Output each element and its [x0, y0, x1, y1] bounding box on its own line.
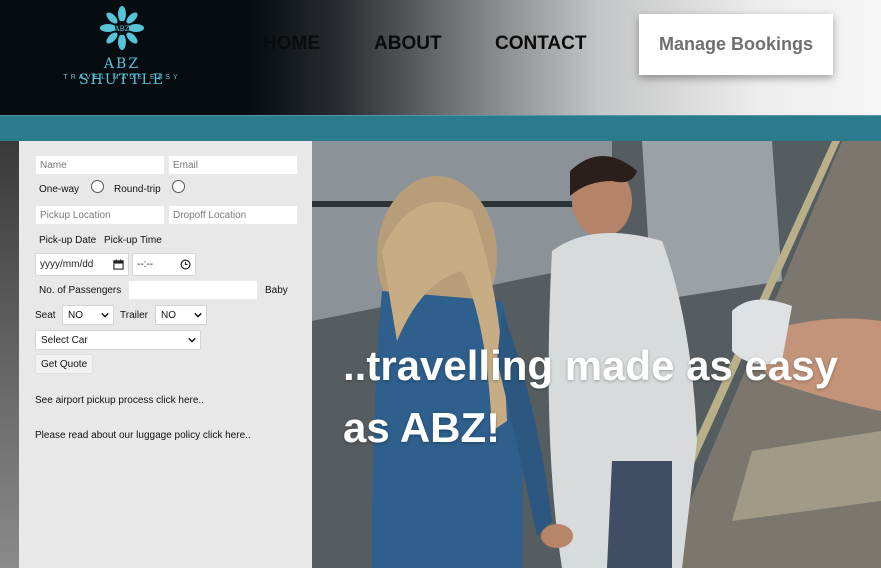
chevron-down-icon: [188, 337, 196, 343]
pickup-date-input[interactable]: yyyy/mm/dd: [35, 253, 129, 276]
trailer-label: Trailer: [120, 310, 148, 321]
baby-seat-label-line2: Seat: [35, 310, 56, 321]
passengers-label: No. of Passengers: [39, 285, 122, 296]
logo-title: ABZ SHUTTLE: [78, 56, 166, 88]
site-header: ABZ ABZ SHUTTLE TRAVEL MADE EASY HOME AB…: [0, 0, 881, 115]
nav-about[interactable]: ABOUT: [374, 33, 442, 55]
hero-headline-line1: ..travelling made as easy: [343, 342, 838, 389]
one-way-label: One-way: [39, 184, 80, 195]
dropoff-location-input[interactable]: Dropoff Location: [168, 205, 298, 225]
trailer-value: NO: [161, 310, 176, 321]
one-way-radio[interactable]: [91, 180, 104, 193]
airport-pickup-link[interactable]: See airport pickup process click here..: [35, 395, 204, 406]
baby-seat-value: NO: [68, 310, 83, 321]
passengers-input[interactable]: [128, 280, 258, 300]
nav-contact[interactable]: CONTACT: [495, 33, 586, 55]
luggage-policy-link[interactable]: Please read about our luggage policy cli…: [35, 430, 251, 441]
manage-bookings-button[interactable]: Manage Bookings: [639, 14, 833, 75]
time-value: --:--: [137, 259, 154, 270]
calendar-icon[interactable]: [113, 259, 124, 270]
get-quote-button[interactable]: Get Quote: [35, 354, 94, 374]
car-select-value: Select Car: [41, 335, 88, 346]
trailer-select[interactable]: NO: [155, 305, 207, 325]
hero-headline: ..travelling made as easy as ABZ!: [343, 335, 881, 459]
round-trip-label: Round-trip: [114, 184, 161, 195]
pickup-location-input[interactable]: Pickup Location: [35, 205, 165, 225]
pickup-time-label: Pick-up Time: [104, 235, 162, 246]
abz-shuttle-logo[interactable]: ABZ ABZ SHUTTLE TRAVEL MADE EASY: [58, 6, 186, 88]
baby-seat-select[interactable]: NO: [62, 305, 114, 325]
round-trip-radio[interactable]: [172, 180, 185, 193]
header-divider-strip: [0, 115, 881, 141]
flower-logo-icon: ABZ: [100, 6, 144, 50]
pickup-time-input[interactable]: --:--: [132, 253, 196, 276]
logo-tagline: TRAVEL MADE EASY: [63, 74, 181, 81]
car-select[interactable]: Select Car: [35, 330, 201, 350]
name-input[interactable]: Name: [35, 155, 165, 175]
booking-form: Name Email One-way Round-trip Pickup Loc…: [19, 141, 312, 568]
clock-icon[interactable]: [180, 259, 191, 270]
hero-headline-line2: as ABZ!: [343, 404, 501, 451]
baby-seat-label-line1: Baby: [265, 285, 288, 296]
logo-monogram: ABZ: [113, 25, 129, 33]
pickup-date-label: Pick-up Date: [39, 235, 97, 246]
chevron-down-icon: [194, 312, 202, 318]
left-edge-image: [0, 141, 19, 568]
chevron-down-icon: [101, 312, 109, 318]
nav-home[interactable]: HOME: [263, 33, 320, 55]
date-value: yyyy/mm/dd: [40, 259, 94, 270]
email-input[interactable]: Email: [168, 155, 298, 175]
